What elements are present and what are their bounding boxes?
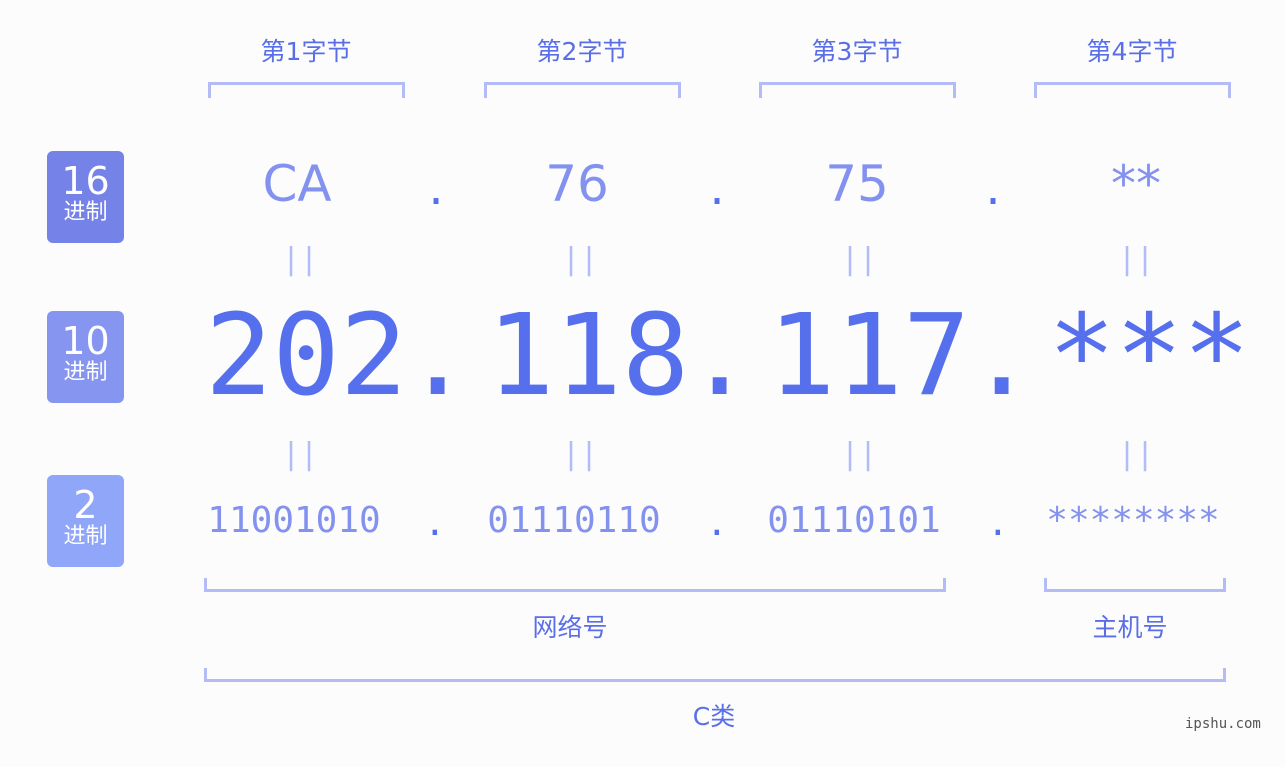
dec-badge-unit: 进制 xyxy=(63,360,108,385)
equals-sign: || xyxy=(561,242,599,277)
hex-byte-2: 76 xyxy=(545,155,609,213)
class-bracket xyxy=(204,668,1226,682)
bin-byte-1: 11001010 xyxy=(207,500,381,541)
hex-byte-1: CA xyxy=(262,155,332,213)
bin-byte-4: ******** xyxy=(1046,500,1220,541)
byte-4-bracket xyxy=(1034,82,1231,98)
byte-2-bracket xyxy=(484,82,681,98)
dec-byte-3: 117 xyxy=(768,291,971,421)
bin-badge: 2 进制 xyxy=(47,475,124,567)
hex-separator: . xyxy=(424,168,449,214)
equals-sign: || xyxy=(840,242,878,277)
network-bracket xyxy=(204,578,946,592)
byte-3-bracket xyxy=(759,82,956,98)
network-label: 网络号 xyxy=(532,613,608,642)
bin-badge-unit: 进制 xyxy=(63,524,108,549)
byte-2-label: 第2字节 xyxy=(536,37,628,66)
equals-sign: || xyxy=(561,437,599,472)
dec-separator: . xyxy=(968,291,1036,421)
dec-badge: 10 进制 xyxy=(47,311,124,403)
dec-separator: . xyxy=(404,291,472,421)
bin-separator: . xyxy=(987,503,1009,544)
byte-4-label: 第4字节 xyxy=(1086,37,1178,66)
equals-sign: || xyxy=(1117,437,1155,472)
dec-byte-1: 202 xyxy=(205,291,408,421)
equals-sign: || xyxy=(281,437,319,472)
byte-1-label: 第1字节 xyxy=(260,37,352,66)
watermark: ipshu.com xyxy=(1185,716,1261,732)
dec-separator: . xyxy=(686,291,754,421)
hex-separator: . xyxy=(981,168,1006,214)
hex-badge: 16 进制 xyxy=(47,151,124,243)
bin-byte-2: 01110110 xyxy=(487,500,661,541)
equals-sign: || xyxy=(281,242,319,277)
dec-badge-number: 10 xyxy=(61,319,110,363)
byte-1-bracket xyxy=(208,82,405,98)
bin-badge-number: 2 xyxy=(73,483,98,527)
bin-separator: . xyxy=(424,503,446,544)
hex-badge-number: 16 xyxy=(61,159,110,203)
byte-3-label: 第3字节 xyxy=(811,37,903,66)
hex-badge-unit: 进制 xyxy=(63,200,108,225)
hex-byte-3: 75 xyxy=(825,155,889,213)
class-label: C类 xyxy=(692,702,736,731)
equals-sign: || xyxy=(1117,242,1155,277)
host-label: 主机号 xyxy=(1092,613,1168,642)
hex-byte-4: ** xyxy=(1111,155,1161,213)
dec-byte-4: *** xyxy=(1048,291,1251,421)
bin-separator: . xyxy=(706,503,728,544)
dec-byte-2: 118 xyxy=(487,291,690,421)
hex-separator: . xyxy=(705,168,730,214)
bin-byte-3: 01110101 xyxy=(767,500,941,541)
equals-sign: || xyxy=(840,437,878,472)
host-bracket xyxy=(1044,578,1226,592)
